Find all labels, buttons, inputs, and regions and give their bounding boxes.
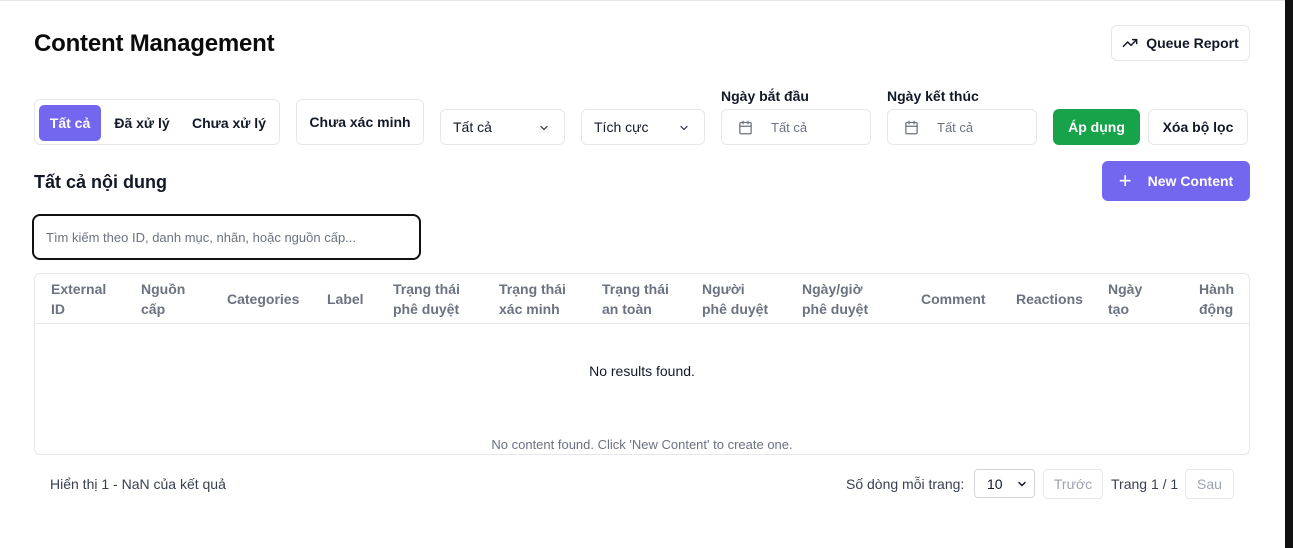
- column-header-categories[interactable]: Categories: [227, 274, 299, 323]
- column-header-comment[interactable]: Comment: [921, 274, 986, 323]
- column-header-approval-status[interactable]: Trạng thái phê duyệt: [393, 274, 460, 323]
- chevron-down-icon: [1018, 481, 1026, 487]
- tab-unprocessed[interactable]: Chưa xử lý: [187, 105, 271, 141]
- queue-report-button[interactable]: Queue Report: [1111, 25, 1250, 61]
- top-border: [0, 0, 1285, 1]
- content-table: External ID Nguồn cấp Categories Label Trạ…: [34, 273, 1250, 455]
- plus-icon: +: [1118, 168, 1132, 193]
- next-page-button[interactable]: Sau: [1185, 469, 1234, 499]
- column-header-external-id[interactable]: External ID: [51, 274, 106, 323]
- new-content-label: New Content: [1147, 173, 1234, 189]
- empty-state-text: No results found.: [589, 363, 695, 379]
- apply-filter-button[interactable]: Áp dụng: [1053, 109, 1140, 145]
- rows-per-page-label: Số dòng mỗi trang:: [846, 476, 965, 492]
- column-header-verification-status[interactable]: Trạng thái xác minh: [499, 274, 566, 323]
- sentiment-select[interactable]: Tích cực: [581, 109, 705, 145]
- new-content-button[interactable]: + New Content: [1102, 161, 1250, 201]
- section-title: Tất cả nội dung: [34, 172, 167, 192]
- start-date-input[interactable]: Tất cả: [721, 109, 871, 145]
- column-header-actions[interactable]: Hành động: [1199, 274, 1234, 323]
- end-date-label: Ngày kết thúc: [887, 88, 979, 104]
- column-header-source[interactable]: Nguồn cấp: [141, 274, 185, 323]
- calendar-icon: [739, 120, 752, 134]
- tab-processed[interactable]: Đã xử lý: [107, 105, 177, 141]
- column-header-safety-status[interactable]: Trạng thái an toàn: [602, 274, 669, 323]
- status-select-value: Tất cả: [453, 119, 492, 135]
- clear-filter-button[interactable]: Xóa bộ lọc: [1148, 109, 1248, 145]
- rows-per-page-select[interactable]: 10: [974, 469, 1035, 498]
- column-header-created-date[interactable]: Ngày tạo: [1108, 274, 1142, 323]
- chevron-down-icon: [680, 125, 688, 131]
- table-caption: No content found. Click 'New Content' to…: [491, 437, 793, 452]
- unverified-filter-button[interactable]: Chưa xác minh: [296, 99, 424, 145]
- trending-up-icon: [1122, 38, 1138, 48]
- column-header-approval-datetime[interactable]: Ngày/giờ phê duyệt: [802, 274, 868, 323]
- table-header: External ID Nguồn cấp Categories Label Trạ…: [35, 274, 1249, 324]
- tab-all[interactable]: Tất cả: [39, 105, 101, 141]
- column-header-label[interactable]: Label: [327, 274, 364, 323]
- pagination-info: Hiển thị 1 - NaN của kết quả: [50, 476, 226, 492]
- column-header-reactions[interactable]: Reactions: [1016, 274, 1083, 323]
- previous-page-button[interactable]: Trước: [1043, 469, 1103, 499]
- queue-report-label: Queue Report: [1146, 35, 1239, 51]
- end-date-input[interactable]: Tất cả: [887, 109, 1037, 145]
- page-title: Content Management: [34, 30, 275, 57]
- status-select[interactable]: Tất cả: [440, 109, 565, 145]
- clear-filter-label: Xóa bộ lọc: [1162, 119, 1234, 135]
- status-tabs: Tất cả Đã xử lý Chưa xử lý: [34, 99, 280, 145]
- calendar-icon: [905, 120, 918, 134]
- chevron-down-icon: [540, 125, 548, 131]
- start-date-placeholder: Tất cả: [771, 119, 808, 135]
- end-date-placeholder: Tất cả: [937, 119, 974, 135]
- column-header-approver[interactable]: Người phê duyệt: [702, 274, 768, 323]
- unverified-label: Chưa xác minh: [309, 114, 411, 130]
- page-indicator: Trang 1 / 1: [1111, 476, 1179, 492]
- window-edge: [1285, 0, 1293, 548]
- start-date-label: Ngày bắt đầu: [721, 88, 809, 104]
- search-input[interactable]: [32, 214, 421, 260]
- sentiment-select-value: Tích cực: [594, 119, 649, 135]
- rows-per-page-value: 10: [987, 475, 1003, 492]
